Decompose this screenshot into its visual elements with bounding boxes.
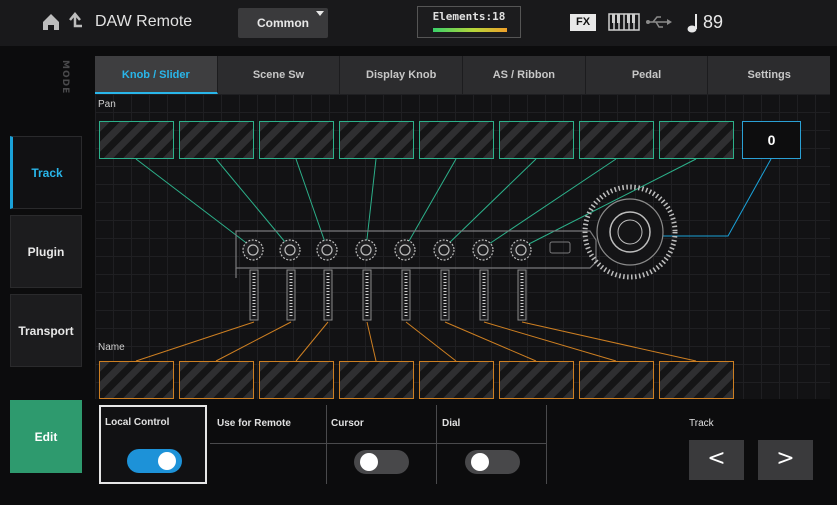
name-slot-8[interactable] [659,361,734,399]
panel-button-icon [549,241,571,254]
slider-icon [249,269,259,321]
next-track-button[interactable]: > [758,440,813,480]
name-slot-5[interactable] [419,361,494,399]
name-slot-3[interactable] [259,361,334,399]
knob-icon [316,239,338,261]
local-control-panel: Local Control [99,405,207,484]
use-for-remote-label: Use for Remote [217,418,291,429]
slider-icon [362,269,372,321]
knob-row [242,239,532,261]
knob-icon [242,239,264,261]
toggle-knob [471,453,489,471]
divider [436,405,437,484]
divider [326,443,546,444]
dial-toggle[interactable] [465,450,520,474]
name-slot-6[interactable] [499,361,574,399]
super-knob-dial-icon [582,184,678,280]
slider-icon [440,269,450,321]
track-nav-label: Track [689,418,714,429]
chevron-right-icon: > [776,446,795,471]
local-control-label: Local Control [105,417,170,428]
previous-track-button[interactable]: < [689,440,744,480]
divider [546,405,547,484]
toggle-knob [158,452,176,470]
knob-icon [510,239,532,261]
toggle-knob [360,453,378,471]
dial-label: Dial [442,418,461,429]
local-control-toggle[interactable] [127,449,182,473]
slider-icon [479,269,489,321]
divider [326,405,327,484]
slider-icon [401,269,411,321]
slider-icon [323,269,333,321]
knob-icon [355,239,377,261]
cursor-label: Cursor [331,418,364,429]
knob-icon [279,239,301,261]
divider [210,443,326,444]
cursor-toggle[interactable] [354,450,409,474]
knob-icon [472,239,494,261]
slider-icon [517,269,527,321]
name-slot-4[interactable] [339,361,414,399]
slider-icon [286,269,296,321]
name-slot-2[interactable] [179,361,254,399]
name-label: Name [98,342,125,353]
slider-row [249,269,527,321]
chevron-left-icon: < [707,446,726,471]
name-slot-7[interactable] [579,361,654,399]
name-slot-1[interactable] [99,361,174,399]
knob-icon [433,239,455,261]
knob-icon [394,239,416,261]
